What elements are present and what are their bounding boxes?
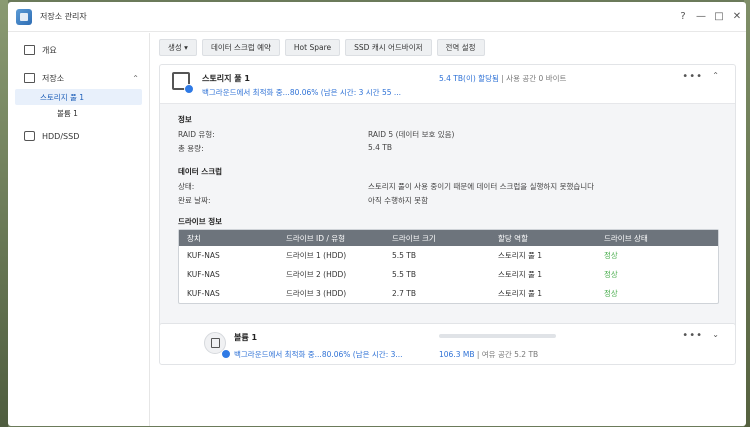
sync-badge-icon [184,84,194,94]
cell-role: 스토리지 풀 1 [498,270,543,279]
column-header-device[interactable]: 장치 [179,233,286,244]
storage-pool-header[interactable]: 스토리지 풀 1 백그라운드에서 최적화 중...80.06% (남은 시간: … [160,65,735,101]
raid-type-value: RAID 5 (데이터 보호 있음) [368,130,455,139]
info-section-title: 정보 [178,115,192,124]
chevron-up-icon[interactable]: ⌃ [132,74,139,83]
volume-icon [204,332,231,359]
storage-pool-icon [172,72,194,94]
sidebar-item-label: 볼륨 1 [57,108,78,118]
cell-role: 스토리지 풀 1 [498,251,543,260]
sidebar-item-label: 개요 [42,45,57,55]
column-header-role[interactable]: 할당 역할 [498,233,604,244]
volume-capacity: 106.3 MB | 여유 공간 5.2 TB [439,349,538,360]
table-row[interactable]: KUF-NAS 드라이브 1 (HDD) 5.5 TB 스토리지 풀 1 정상 [179,246,718,265]
cell-status: 정상 [604,251,618,260]
sidebar-item-hdd-ssd[interactable]: HDD/SSD [8,125,149,147]
cell-drive-id: 드라이브 2 (HDD) [286,270,347,279]
sidebar-item-storage[interactable]: 저장소 ⌃ [8,67,149,89]
storage-pool-status: 백그라운드에서 최적화 중...80.06% (남은 시간: 3 시간 55 .… [202,88,402,97]
sidebar-item-storage-pool-1[interactable]: 스토리지 풀 1 [15,89,142,105]
sidebar-item-volume-1[interactable]: 볼륨 1 [15,105,149,121]
sidebar-item-label: HDD/SSD [42,131,80,141]
chevron-up-icon[interactable]: ⌃ [712,71,719,80]
storage-icon [24,73,35,83]
volume-status: 백그라운드에서 최적화 중...80.06% (남은 시간: 3... [234,350,403,359]
create-button[interactable]: 생성 ▾ [159,39,197,56]
column-header-drive-size[interactable]: 드라이브 크기 [392,233,498,244]
more-options-icon[interactable]: ••• [682,330,703,341]
title-bar[interactable]: 저장소 관리자 ? — □ ✕ [8,2,746,32]
cell-drive-size: 5.5 TB [392,251,417,260]
table-row[interactable]: KUF-NAS 드라이브 3 (HDD) 2.7 TB 스토리지 풀 1 정상 [179,284,718,303]
cell-drive-size: 5.5 TB [392,270,417,279]
maximize-icon[interactable]: □ [710,11,728,22]
storage-pool-panel: 스토리지 풀 1 백그라운드에서 최적화 중...80.06% (남은 시간: … [159,64,736,343]
allocated-capacity: 5.4 TB(이) 할당됨 [439,74,499,83]
drive-info-table: 장치 드라이브 ID / 유형 드라이브 크기 할당 역할 드라이브 상태 KU… [178,229,719,304]
close-icon[interactable]: ✕ [728,11,746,22]
volume-name: 볼륨 1 [234,333,258,342]
capacity-separator: | [474,350,482,359]
cell-role: 스토리지 풀 1 [498,289,543,298]
storage-manager-window: 저장소 관리자 ? — □ ✕ 개요 저장소 ⌃ 스토리지 풀 1 볼륨 1 H… [8,2,746,426]
window-title: 저장소 관리자 [40,12,87,21]
data-scrub-section-title: 데이터 스크럽 [178,167,223,176]
column-header-status[interactable]: 드라이브 상태 [604,233,704,244]
cell-device: KUF-NAS [187,270,220,279]
chevron-down-icon[interactable]: ⌄ [712,330,719,339]
storage-pool-name: 스토리지 풀 1 [202,74,250,83]
scrub-status-value: 스토리지 풀이 사용 중이기 때문에 데이터 스크럽을 실행하지 못했습니다 [368,182,595,191]
more-options-icon[interactable]: ••• [682,71,703,82]
volume-usage-bar [439,334,556,338]
sync-badge-icon [221,349,231,359]
volume-free: 여유 공간 5.2 TB [481,350,539,359]
cell-drive-id: 드라이브 1 (HDD) [286,251,347,260]
main-content: 생성 ▾ 데이터 스크럽 예약 Hot Spare SSD 캐시 어드바이저 전… [151,33,746,426]
scrub-completed-label: 완료 날짜: [178,196,211,205]
total-capacity-label: 총 용량: [178,144,204,153]
scrub-completed-value: 아직 수행하지 못함 [368,196,428,205]
sidebar-item-overview[interactable]: 개요 [8,39,149,61]
help-icon[interactable]: ? [674,11,692,22]
volume-used: 106.3 MB [439,350,475,359]
drive-info-section-title: 드라이브 정보 [178,217,223,226]
cell-drive-size: 2.7 TB [392,289,417,298]
sidebar-item-label: 스토리지 풀 1 [40,92,85,102]
free-capacity: 사용 공간 0 바이트 [506,74,567,83]
ssd-cache-advisor-button[interactable]: SSD 캐시 어드바이저 [345,39,432,56]
cell-drive-id: 드라이브 3 (HDD) [286,289,347,298]
cell-status: 정상 [604,289,618,298]
toolbar: 생성 ▾ 데이터 스크럽 예약 Hot Spare SSD 캐시 어드바이저 전… [159,39,485,56]
volume-panel[interactable]: 볼륨 1 백그라운드에서 최적화 중...80.06% (남은 시간: 3...… [159,323,736,365]
cell-device: KUF-NAS [187,251,220,260]
storage-pool-details: 정보 RAID 유형: RAID 5 (데이터 보호 있음) 총 용량: 5.4… [160,103,735,342]
table-row[interactable]: KUF-NAS 드라이브 2 (HDD) 5.5 TB 스토리지 풀 1 정상 [179,265,718,284]
data-scrub-schedule-button[interactable]: 데이터 스크럽 예약 [201,39,280,56]
raid-type-label: RAID 유형: [178,130,215,139]
cube-icon [211,338,220,348]
scrub-status-label: 상태: [178,182,195,191]
cell-status: 정상 [604,270,618,279]
storage-pool-capacity: 5.4 TB(이) 할당됨 | 사용 공간 0 바이트 [439,73,566,84]
storage-manager-app-icon [16,8,32,25]
cell-device: KUF-NAS [187,289,220,298]
column-header-drive-id[interactable]: 드라이브 ID / 유형 [286,233,392,244]
overview-icon [24,45,35,55]
sidebar-item-label: 저장소 [42,73,65,83]
total-capacity-value: 5.4 TB [368,143,393,152]
table-header: 장치 드라이브 ID / 유형 드라이브 크기 할당 역할 드라이브 상태 [179,230,718,246]
window-controls: ? — □ ✕ [674,11,746,22]
minimize-icon[interactable]: — [692,11,710,22]
global-settings-button[interactable]: 전역 설정 [436,39,485,56]
sidebar: 개요 저장소 ⌃ 스토리지 풀 1 볼륨 1 HDD/SSD [8,33,150,426]
desktop-background-left [0,0,8,427]
disk-icon [24,131,35,141]
hot-spare-button[interactable]: Hot Spare [284,39,341,56]
